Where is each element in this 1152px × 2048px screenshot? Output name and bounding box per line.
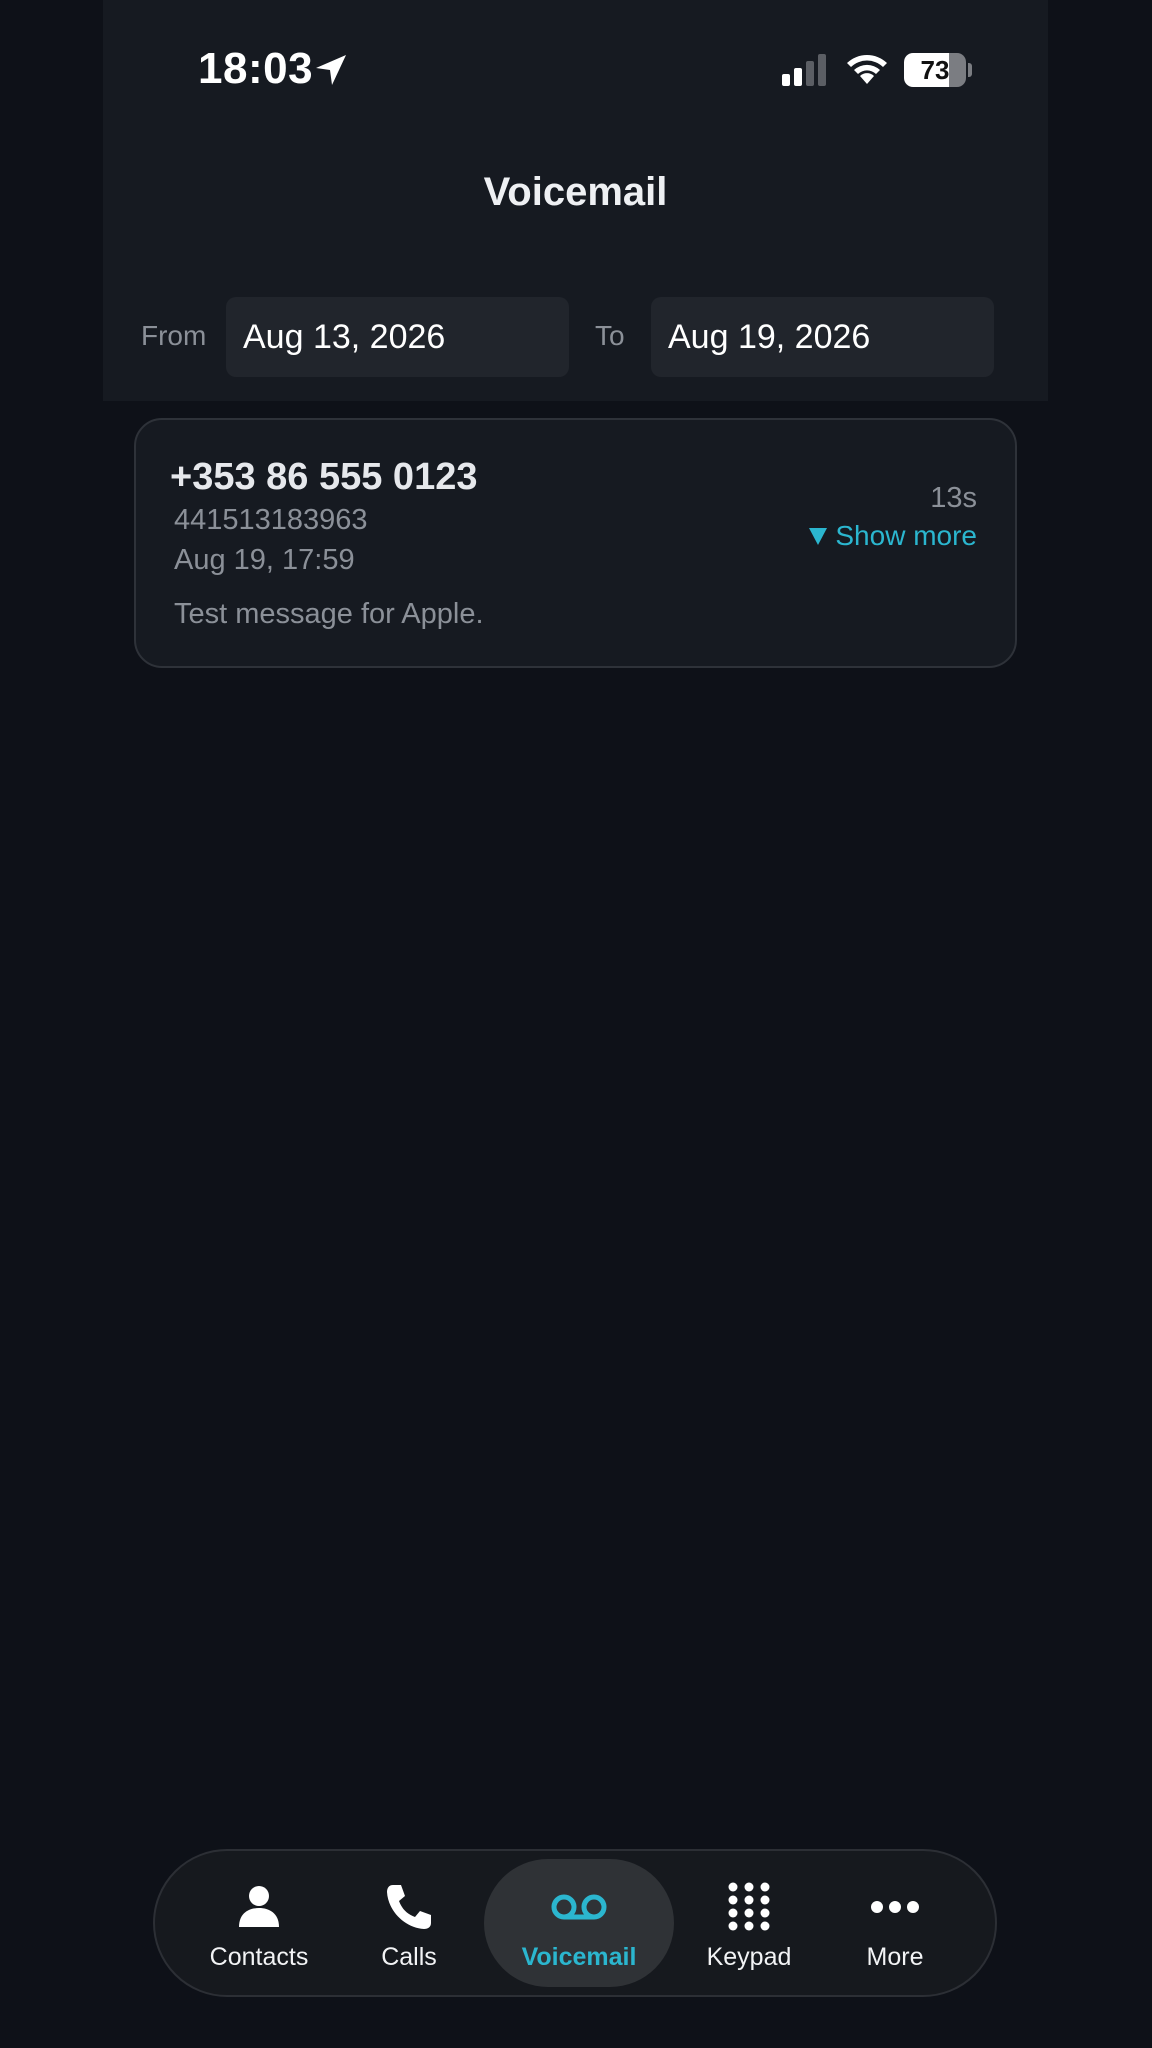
tab-label: Voicemail xyxy=(521,1943,637,1971)
battery-terminal xyxy=(968,63,972,77)
line-number: 441513183963 xyxy=(174,504,368,536)
location-arrow-icon xyxy=(316,55,346,85)
person-icon xyxy=(239,1886,279,1927)
caller-number: +353 86 555 0123 xyxy=(170,456,478,498)
phone-icon xyxy=(387,1885,431,1929)
tab-more[interactable]: More xyxy=(825,1859,965,1987)
tab-label: Calls xyxy=(381,1943,437,1971)
voicemail-transcript: Test message for Apple. xyxy=(174,598,484,630)
tab-label: Contacts xyxy=(209,1943,309,1971)
tab-calls[interactable]: Calls xyxy=(339,1859,479,1987)
battery-percent: 73 xyxy=(920,55,950,85)
battery-indicator: 73 xyxy=(904,53,966,87)
to-label: To xyxy=(595,320,625,351)
more-icon xyxy=(871,1901,919,1913)
show-more-label: Show more xyxy=(835,520,977,551)
cellular-signal-icon xyxy=(782,54,826,86)
voicemail-card[interactable]: +353 86 555 0123 441513183963 Aug 19, 17… xyxy=(134,418,1017,668)
wifi-icon xyxy=(847,55,887,84)
voicemail-datetime: Aug 19, 17:59 xyxy=(174,544,355,576)
status-time: 18:03 xyxy=(198,44,314,93)
voicemail-duration: 13s xyxy=(930,482,977,514)
keypad-icon xyxy=(728,1882,770,1931)
status-bar: 18:03 73 xyxy=(103,0,1048,140)
tab-keypad[interactable]: Keypad xyxy=(679,1859,819,1987)
page-title: Voicemail xyxy=(483,170,668,214)
tab-label: Keypad xyxy=(706,1943,792,1971)
voicemail-screen: 18:03 73 Voicemail From Aug 13, 2026 To … xyxy=(0,0,1152,2048)
tab-contacts[interactable]: Contacts xyxy=(179,1859,339,1987)
voicemail-icon xyxy=(551,1894,607,1920)
show-more-button[interactable]: Show more xyxy=(809,520,977,552)
tab-label: More xyxy=(866,1943,924,1971)
to-date-field[interactable]: Aug 19, 2026 xyxy=(651,297,994,377)
from-date-field[interactable]: Aug 13, 2026 xyxy=(226,297,569,377)
caret-down-icon xyxy=(809,527,828,545)
from-label: From xyxy=(141,320,207,351)
bottom-tab-bar: Contacts Calls Voicemail Keypad More xyxy=(153,1849,997,1997)
tab-voicemail[interactable]: Voicemail xyxy=(484,1859,674,1987)
